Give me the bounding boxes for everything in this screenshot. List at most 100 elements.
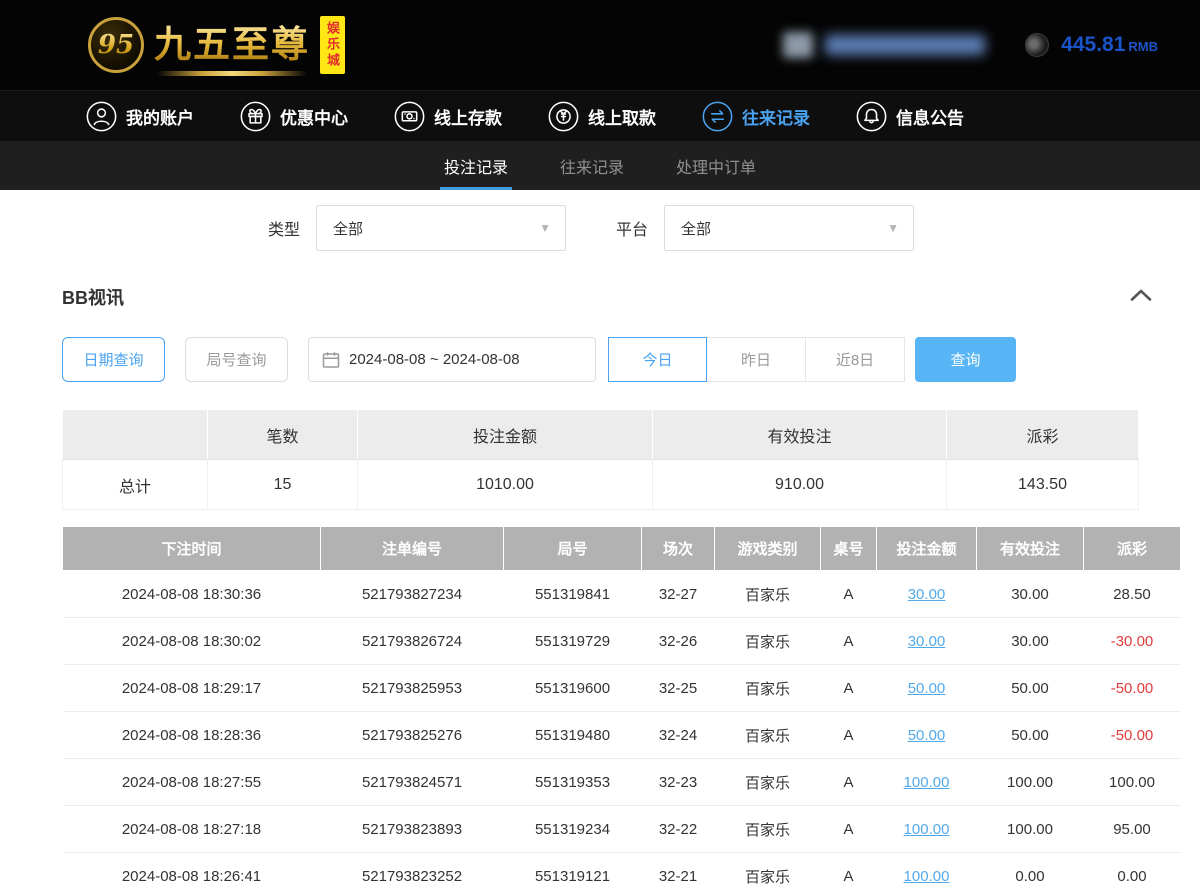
cell-bet-time: 2024-08-08 18:26:41 bbox=[63, 853, 321, 893]
summary-header-cell: 笔数 bbox=[208, 410, 358, 460]
bets-header-cell: 游戏类别 bbox=[715, 527, 821, 571]
table-row: 2024-08-08 18:27:18 521793823893 5513192… bbox=[63, 806, 1181, 853]
nav-item-withdraw[interactable]: 线上取款 bbox=[548, 101, 656, 132]
bet-amount-link[interactable]: 100.00 bbox=[904, 821, 950, 838]
cell-valid-bet: 30.00 bbox=[977, 571, 1084, 618]
cell-bet-time: 2024-08-08 18:27:18 bbox=[63, 806, 321, 853]
cell-bet-amount: 100.00 bbox=[877, 806, 977, 853]
tab-bet-records[interactable]: 投注记录 bbox=[440, 141, 512, 190]
platform-filter-label: 平台 bbox=[616, 216, 648, 240]
yesterday-button[interactable]: 昨日 bbox=[707, 337, 806, 382]
nav-item-label: 线上取款 bbox=[588, 104, 656, 129]
cell-bet-time: 2024-08-08 18:30:02 bbox=[63, 618, 321, 665]
date-query-button[interactable]: 日期查询 bbox=[62, 337, 165, 382]
nav-item-promotions[interactable]: 优惠中心 bbox=[240, 101, 348, 132]
cell-valid-bet: 100.00 bbox=[977, 806, 1084, 853]
bet-amount-link[interactable]: 30.00 bbox=[908, 586, 946, 603]
tab-transaction-records[interactable]: 往来记录 bbox=[556, 141, 628, 190]
bell-icon bbox=[856, 101, 887, 132]
last-8-days-button[interactable]: 近8日 bbox=[806, 337, 905, 382]
type-filter-label: 类型 bbox=[268, 216, 300, 240]
chevron-down-icon: ▼ bbox=[539, 221, 551, 235]
filter-row: 类型 全部 ▼ 平台 全部 ▼ bbox=[268, 205, 1200, 251]
balance-amount: 445.81 bbox=[1061, 33, 1125, 56]
logo-monogram: 95 bbox=[88, 17, 144, 73]
cell-bet-amount: 30.00 bbox=[877, 571, 977, 618]
cell-table-number: A bbox=[821, 853, 877, 893]
nav-item-announcements[interactable]: 信息公告 bbox=[856, 101, 964, 132]
table-row: 2024-08-08 18:30:36 521793827234 5513198… bbox=[63, 571, 1181, 618]
nav-item-deposit[interactable]: 线上存款 bbox=[394, 101, 502, 132]
gift-icon bbox=[240, 101, 271, 132]
bet-amount-link[interactable]: 100.00 bbox=[904, 868, 950, 885]
type-dropdown-value: 全部 bbox=[333, 218, 363, 239]
sub-nav: 投注记录 往来记录 处理中订单 bbox=[0, 141, 1200, 190]
logo-flourish bbox=[157, 71, 307, 76]
cell-valid-bet: 30.00 bbox=[977, 618, 1084, 665]
nav-item-records[interactable]: 往来记录 bbox=[702, 101, 810, 132]
summary-total-label: 总计 bbox=[63, 460, 208, 510]
bets-table-body: 2024-08-08 18:30:36 521793827234 5513198… bbox=[63, 571, 1181, 893]
user-icon bbox=[86, 101, 117, 132]
cell-payout: 28.50 bbox=[1084, 571, 1181, 618]
cell-bet-id: 521793827234 bbox=[321, 571, 504, 618]
top-header: 95 九五至尊 娱乐城 445.81RMB bbox=[0, 0, 1200, 90]
cell-bet-id: 521793823252 bbox=[321, 853, 504, 893]
bet-amount-link[interactable]: 30.00 bbox=[908, 633, 946, 650]
bets-header-cell: 注单编号 bbox=[321, 527, 504, 571]
chevron-down-icon: ▼ bbox=[887, 221, 899, 235]
bets-header-cell: 有效投注 bbox=[977, 527, 1084, 571]
cell-payout: 0.00 bbox=[1084, 853, 1181, 893]
cell-round-number: 551319353 bbox=[504, 759, 642, 806]
platform-dropdown-value: 全部 bbox=[681, 218, 711, 239]
cell-round-number: 551319480 bbox=[504, 712, 642, 759]
cell-game-type: 百家乐 bbox=[715, 665, 821, 712]
section-head: BB视讯 bbox=[62, 284, 1152, 310]
today-button[interactable]: 今日 bbox=[608, 337, 707, 382]
bets-header-cell: 场次 bbox=[642, 527, 715, 571]
balance[interactable]: 445.81RMB bbox=[1061, 33, 1158, 57]
cell-bet-amount: 100.00 bbox=[877, 853, 977, 893]
cell-session: 32-23 bbox=[642, 759, 715, 806]
cell-game-type: 百家乐 bbox=[715, 712, 821, 759]
username-blurred[interactable] bbox=[825, 35, 985, 55]
cell-bet-id: 521793825276 bbox=[321, 712, 504, 759]
table-row: 2024-08-08 18:27:55 521793824571 5513193… bbox=[63, 759, 1181, 806]
summary-payout: 143.50 bbox=[947, 460, 1139, 510]
cell-session: 32-26 bbox=[642, 618, 715, 665]
cell-table-number: A bbox=[821, 759, 877, 806]
cell-game-type: 百家乐 bbox=[715, 853, 821, 893]
table-row: 2024-08-08 18:28:36 521793825276 5513194… bbox=[63, 712, 1181, 759]
user-avatar-blurred[interactable] bbox=[783, 32, 813, 58]
nav-item-label: 信息公告 bbox=[896, 104, 964, 129]
main-nav: 我的账户 优惠中心 线上存款 线上取款 往来记录 信息公告 bbox=[0, 90, 1200, 141]
deposit-icon bbox=[394, 101, 425, 132]
type-dropdown[interactable]: 全部 ▼ bbox=[316, 205, 566, 251]
search-button[interactable]: 查询 bbox=[915, 337, 1016, 382]
bet-amount-link[interactable]: 100.00 bbox=[904, 774, 950, 791]
query-bar: 日期查询 局号查询 2024-08-08 ~ 2024-08-08 今日 昨日 … bbox=[62, 337, 1138, 382]
bets-table: 下注时间 注单编号 局号 场次 游戏类别 桌号 投注金额 有效投注 派彩 202… bbox=[62, 526, 1181, 893]
cell-payout: -50.00 bbox=[1084, 665, 1181, 712]
cell-bet-amount: 30.00 bbox=[877, 618, 977, 665]
round-query-button[interactable]: 局号查询 bbox=[185, 337, 288, 382]
cell-valid-bet: 0.00 bbox=[977, 853, 1084, 893]
logo-title-block: 九五至尊 bbox=[154, 14, 310, 76]
cell-bet-amount: 50.00 bbox=[877, 665, 977, 712]
tab-processing-orders[interactable]: 处理中订单 bbox=[672, 141, 760, 190]
nav-item-label: 线上存款 bbox=[434, 104, 502, 129]
collapse-button[interactable] bbox=[1130, 288, 1152, 307]
platform-dropdown[interactable]: 全部 ▼ bbox=[664, 205, 914, 251]
balance-currency: RMB bbox=[1128, 39, 1158, 54]
bet-amount-link[interactable]: 50.00 bbox=[908, 727, 946, 744]
site-logo[interactable]: 95 九五至尊 娱乐城 bbox=[88, 14, 383, 76]
bet-amount-link[interactable]: 50.00 bbox=[908, 680, 946, 697]
cell-payout: -30.00 bbox=[1084, 618, 1181, 665]
cell-bet-time: 2024-08-08 18:28:36 bbox=[63, 712, 321, 759]
summary-header-cell: 有效投注 bbox=[653, 410, 947, 460]
nav-item-my-account[interactable]: 我的账户 bbox=[86, 101, 194, 132]
date-range-input[interactable]: 2024-08-08 ~ 2024-08-08 bbox=[308, 337, 596, 382]
cell-bet-amount: 50.00 bbox=[877, 712, 977, 759]
cell-bet-time: 2024-08-08 18:29:17 bbox=[63, 665, 321, 712]
summary-header-cell: 投注金额 bbox=[358, 410, 653, 460]
